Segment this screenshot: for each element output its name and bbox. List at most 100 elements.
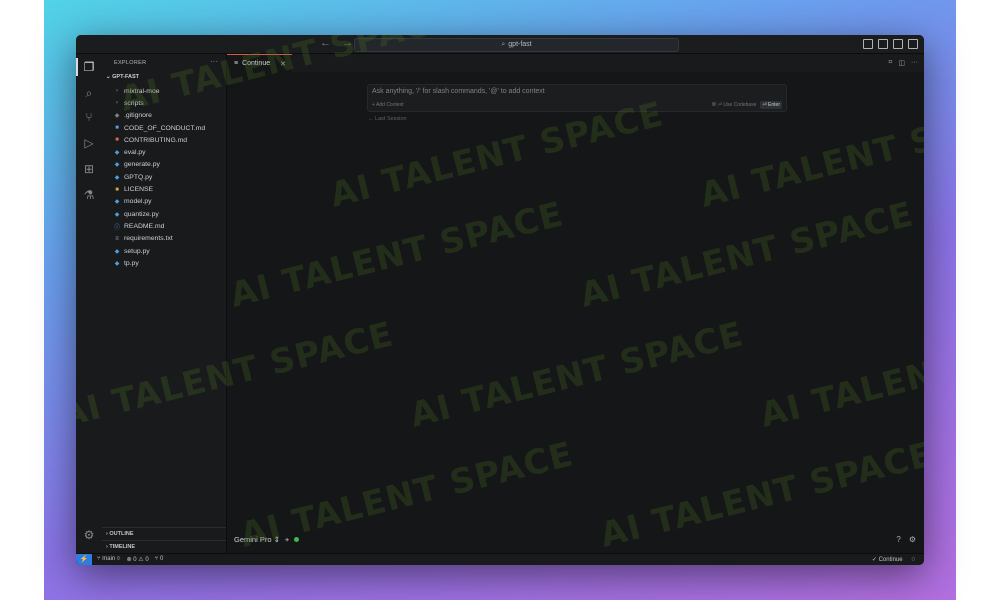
- tree-item-label: generate.py: [124, 161, 160, 169]
- tree-file-generate[interactable]: ◆ generate.py: [102, 159, 226, 171]
- markdown-icon: ■: [115, 125, 119, 132]
- tree-file-eval[interactable]: ◆ eval.py: [102, 146, 226, 158]
- tree-file-tp[interactable]: ◆ tp.py: [102, 257, 226, 269]
- split-editor-icon[interactable]: ◫: [898, 59, 905, 67]
- more-actions-icon[interactable]: ···: [911, 59, 918, 67]
- run-debug-icon[interactable]: ▷: [82, 136, 96, 150]
- explorer-icon[interactable]: ❐: [82, 60, 96, 74]
- python-icon: ◆: [114, 260, 120, 267]
- text-file-icon: ≡: [115, 235, 119, 242]
- open-in-window-icon[interactable]: ⌗: [888, 59, 892, 67]
- ports-indicator[interactable]: ⑂ 0: [155, 556, 164, 563]
- tree-item-label: eval.py: [124, 149, 146, 157]
- enter-button[interactable]: ⏎ Enter: [760, 101, 782, 109]
- timeline-label: TIMELINE: [109, 543, 136, 550]
- tree-file-setup[interactable]: ◆ setup.py: [102, 245, 226, 257]
- python-icon: ◆: [114, 150, 120, 157]
- tree-file-code-of-conduct[interactable]: ■ CODE_OF_CONDUCT.md: [102, 122, 226, 134]
- help-icon[interactable]: ?: [896, 535, 900, 544]
- chevron-updown-icon: ⇕: [273, 535, 280, 544]
- layout-controls: [863, 39, 918, 49]
- continue-status[interactable]: ✓ Continue: [872, 556, 903, 563]
- back-arrow-icon[interactable]: ←: [320, 37, 335, 49]
- file-tree: › mixtral-moe › scripts ◆ .gitignore ■ CODE_…: [102, 85, 226, 269]
- python-icon: ◆: [114, 211, 120, 218]
- tree-file-requirements[interactable]: ≡ requirements.txt: [102, 233, 226, 245]
- branch-icon: ⑂: [97, 556, 101, 562]
- tab-continue[interactable]: ≡ Continue ✕: [227, 54, 292, 72]
- tree-file-contributing[interactable]: ■ CONTRIBUTING.md: [102, 134, 226, 146]
- problems-indicator[interactable]: ⊗ 0 ⚠ 0: [127, 556, 149, 563]
- folder-name: GPT-FAST: [112, 74, 140, 80]
- input-placeholder: Ask anything, '/' for slash commands, '@…: [372, 88, 545, 95]
- tree-item-label: mixtral-moe: [124, 87, 160, 95]
- explorer-title: EXPLORER: [114, 60, 147, 66]
- add-context-button[interactable]: + Add Context: [372, 102, 404, 108]
- timeline-section[interactable]: › TIMELINE: [102, 540, 226, 552]
- add-model-button[interactable]: +: [285, 535, 289, 544]
- vscode-window: ← → ⌕ gpt-fast ❐ ⌕ ⑂ ▷ ⊞ ⚗ ⚙ EXPLORER ···…: [76, 35, 924, 565]
- source-control-icon[interactable]: ⑂: [82, 110, 96, 124]
- continue-footer-actions: ? ⚙: [896, 535, 916, 544]
- tree-folder-mixtral-moe[interactable]: › mixtral-moe: [102, 85, 226, 97]
- model-controls: Gemini Pro ⇕ +: [234, 535, 300, 544]
- customize-layout-icon[interactable]: [908, 39, 918, 49]
- toggle-primary-sidebar-icon[interactable]: [863, 39, 873, 49]
- explorer-sidebar: EXPLORER ··· ⌄ GPT-FAST › mixtral-moe › sc…: [102, 54, 227, 553]
- chevron-right-icon: ›: [116, 88, 118, 95]
- sync-icon: ⟳: [116, 556, 121, 562]
- search-icon[interactable]: ⌕: [82, 86, 96, 100]
- tree-item-label: README.md: [124, 222, 165, 230]
- tree-item-label: .gitignore: [124, 112, 152, 120]
- extensions-icon[interactable]: ⊞: [82, 162, 96, 176]
- toggle-panel-icon[interactable]: [878, 39, 888, 49]
- tree-file-gptq[interactable]: ◆ GPTQ.py: [102, 171, 226, 183]
- tree-item-label: LICENSE: [124, 186, 154, 194]
- testing-flask-icon[interactable]: ⚗: [82, 188, 96, 202]
- command-center-search[interactable]: ⌕ gpt-fast: [354, 38, 679, 52]
- python-icon: ◆: [114, 248, 120, 255]
- markdown-icon: ■: [115, 137, 119, 144]
- tree-file-readme[interactable]: ⓘ README.md: [102, 220, 226, 232]
- status-bar: ⚡ ⑂ main ⟳ ⊗ 0 ⚠ 0 ⑂ 0 ✓ Continue ♢: [76, 553, 924, 565]
- continue-tab-icon: ≡: [234, 60, 239, 67]
- status-right: ✓ Continue ♢: [872, 556, 916, 563]
- license-icon: ■: [115, 186, 119, 193]
- remote-indicator-icon[interactable]: ⚡: [76, 554, 92, 565]
- python-icon: ◆: [114, 199, 120, 206]
- outline-section[interactable]: › OUTLINE: [102, 527, 226, 539]
- workspace-name: gpt-fast: [508, 41, 532, 48]
- close-icon[interactable]: ✕: [280, 60, 286, 68]
- python-icon: ◆: [114, 162, 120, 169]
- frame-left: [0, 0, 44, 600]
- branch-indicator[interactable]: ⑂ main ⟳: [97, 556, 121, 563]
- info-icon: ⓘ: [113, 224, 120, 231]
- tree-item-label: scripts: [124, 99, 144, 107]
- toggle-secondary-sidebar-icon[interactable]: [893, 39, 903, 49]
- tree-item-label: model.py: [124, 198, 152, 206]
- settings-gear-icon[interactable]: ⚙: [909, 535, 916, 544]
- tree-file-quantize[interactable]: ◆ quantize.py: [102, 208, 226, 220]
- tree-file-license[interactable]: ■ LICENSE: [102, 183, 226, 195]
- active-indicator: [76, 58, 78, 76]
- settings-gear-icon[interactable]: ⚙: [82, 528, 96, 542]
- tree-file-model[interactable]: ◆ model.py: [102, 196, 226, 208]
- last-session-link[interactable]: ← Last Session: [368, 116, 407, 122]
- tree-item-label: GPTQ.py: [124, 173, 153, 181]
- use-codebase-button[interactable]: ⌘ ⏎ Use Codebase: [711, 102, 756, 108]
- workspace-folder[interactable]: ⌄ GPT-FAST: [106, 74, 139, 80]
- chevron-right-icon: ›: [116, 100, 118, 107]
- branch-name: main: [102, 556, 116, 562]
- tree-item-label: requirements.txt: [124, 235, 173, 243]
- notifications-bell-icon[interactable]: ♢: [911, 556, 916, 563]
- tree-folder-scripts[interactable]: › scripts: [102, 97, 226, 109]
- editor-area: ≡ Continue ✕ ⌗ ◫ ··· Ask anything, '/' f…: [227, 54, 924, 553]
- tree-file-gitignore[interactable]: ◆ .gitignore: [102, 110, 226, 122]
- frame-right: [956, 0, 1000, 600]
- gear-icon: ◆: [114, 113, 120, 120]
- tab-label: Continue: [242, 60, 271, 67]
- model-selector[interactable]: Gemini Pro ⇕: [234, 535, 280, 544]
- more-actions-icon[interactable]: ···: [210, 57, 218, 66]
- nav-arrows[interactable]: ← →: [320, 37, 357, 49]
- continue-chat-input[interactable]: Ask anything, '/' for slash commands, '@…: [367, 84, 787, 112]
